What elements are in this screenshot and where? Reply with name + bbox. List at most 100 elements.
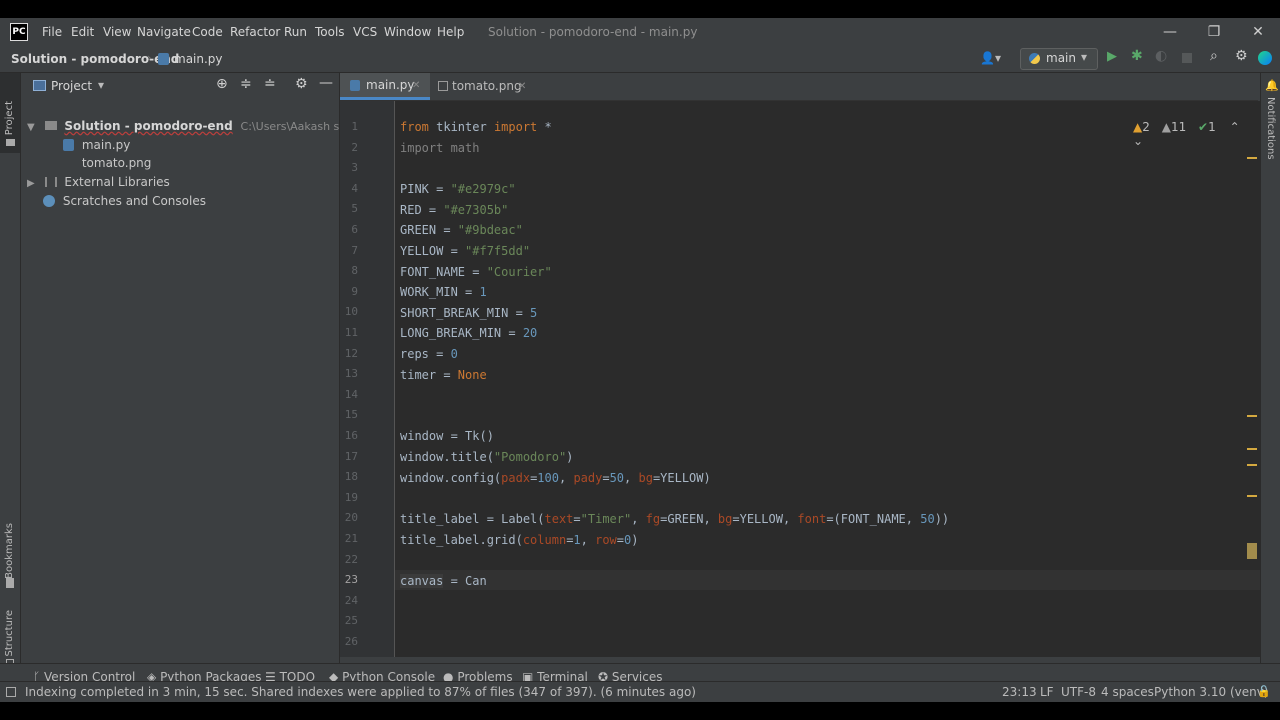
expand-all-icon[interactable]: ≑ bbox=[240, 76, 252, 92]
bookmarks-tool-label[interactable]: Bookmarks bbox=[4, 523, 15, 579]
breadcrumb-project[interactable]: Solution - pomodoro-end bbox=[11, 52, 179, 66]
menu-navigate[interactable]: Navigate bbox=[137, 25, 191, 39]
python-interpreter[interactable]: Python 3.10 (venv) bbox=[1154, 685, 1269, 699]
run-icon[interactable]: ▶ bbox=[1107, 49, 1117, 64]
user-account-icon[interactable]: 👤▾ bbox=[980, 51, 1001, 65]
code-line-8[interactable]: FONT_NAME = "Courier" bbox=[400, 263, 552, 281]
hide-panel-icon[interactable]: — bbox=[319, 75, 333, 91]
close-tab-icon[interactable]: ✕ bbox=[518, 73, 526, 100]
code-line-9[interactable]: WORK_MIN = 1 bbox=[400, 283, 487, 301]
python-file-icon bbox=[158, 53, 169, 65]
line-separator[interactable]: LF bbox=[1040, 685, 1054, 699]
menu-file[interactable]: File bbox=[42, 25, 62, 39]
code-line-4[interactable]: PINK = "#e2979c" bbox=[400, 180, 516, 198]
code-line-5[interactable]: RED = "#e7305b" bbox=[400, 201, 508, 219]
python-icon bbox=[1029, 53, 1040, 64]
line-number: 8 bbox=[351, 264, 358, 278]
menu-refactor[interactable]: Refactor bbox=[230, 25, 280, 39]
code-line-23[interactable]: canvas = Can bbox=[400, 572, 487, 590]
caret-position[interactable]: 23:13 bbox=[1002, 685, 1037, 699]
locate-file-icon[interactable]: ⊕ bbox=[216, 76, 228, 92]
tree-external-label: External Libraries bbox=[64, 175, 170, 189]
minimize-button[interactable]: — bbox=[1150, 20, 1190, 44]
project-panel-header: Project ▾ ⊕ ≑ ≐ ⚙ — bbox=[21, 73, 339, 99]
line-number: 6 bbox=[351, 223, 358, 236]
indent-setting[interactable]: 4 spaces bbox=[1101, 685, 1154, 699]
status-bar: Indexing completed in 3 min, 15 sec. Sha… bbox=[0, 681, 1280, 702]
status-toggle-icon[interactable] bbox=[6, 687, 16, 697]
menu-edit[interactable]: Edit bbox=[71, 25, 94, 39]
menu-view[interactable]: View bbox=[103, 25, 131, 39]
error-stripe-mark bbox=[1247, 495, 1257, 497]
structure-tool-label[interactable]: Structure bbox=[4, 610, 15, 657]
status-message[interactable]: Indexing completed in 3 min, 15 sec. Sha… bbox=[25, 685, 696, 699]
line-number: 4 bbox=[351, 181, 358, 195]
tab-label: tomato.png bbox=[452, 79, 522, 93]
line-number: 25 bbox=[344, 614, 358, 628]
typo-count: 1 bbox=[1208, 120, 1216, 134]
code-line-13[interactable]: timer = None bbox=[400, 366, 487, 384]
weak-warning-icon: ▲ bbox=[1161, 120, 1171, 134]
warning-count: 2 bbox=[1142, 120, 1150, 134]
tree-file-main-py[interactable]: main.py bbox=[63, 136, 130, 154]
navigation-bar: Solution - pomodoro-end › main.py 👤▾ mai… bbox=[0, 46, 1280, 73]
tree-scratches[interactable]: Scratches and Consoles bbox=[43, 192, 206, 210]
collapse-all-icon[interactable]: ≐ bbox=[264, 76, 276, 92]
inspection-widget[interactable]: ▲2 ▲11 ✔1 ⌃ ⌄ bbox=[1133, 120, 1260, 148]
menu-window[interactable]: Window bbox=[384, 25, 431, 39]
bell-icon[interactable]: 🔔 bbox=[1265, 79, 1279, 92]
menu-vcs[interactable]: VCS bbox=[353, 25, 377, 39]
code-line-17[interactable]: window.title("Pomodoro") bbox=[400, 448, 573, 466]
code-line-12[interactable]: reps = 0 bbox=[400, 345, 458, 363]
next-highlight-icon[interactable]: ⌄ bbox=[1133, 134, 1143, 148]
scroll-thumb[interactable] bbox=[1247, 543, 1257, 559]
code-line-18[interactable]: window.config(padx=100, pady=50, bg=YELL… bbox=[400, 469, 711, 487]
search-icon[interactable]: ⌕ bbox=[1210, 48, 1218, 64]
project-view-selector[interactable]: Project bbox=[51, 79, 92, 93]
error-stripe-mark bbox=[1247, 415, 1257, 417]
previous-highlight-icon[interactable]: ⌃ bbox=[1230, 120, 1240, 134]
plugin-logo-icon[interactable] bbox=[1258, 51, 1272, 65]
tree-file-tomato-png[interactable]: tomato.png bbox=[63, 154, 152, 172]
lock-icon[interactable]: 🔓 bbox=[1257, 685, 1271, 698]
code-line-7[interactable]: YELLOW = "#f7f5dd" bbox=[400, 242, 530, 260]
close-tab-icon[interactable]: ✕ bbox=[412, 73, 420, 98]
menu-help[interactable]: Help bbox=[437, 25, 464, 39]
editor-tabs: main.py ✕ tomato.png ✕ bbox=[340, 73, 1258, 101]
project-view-icon bbox=[33, 80, 46, 91]
pycharm-logo-icon[interactable]: PC bbox=[10, 23, 28, 41]
menu-code[interactable]: Code bbox=[192, 25, 223, 39]
code-line-16[interactable]: window = Tk() bbox=[400, 427, 494, 445]
breadcrumb-file[interactable]: main.py bbox=[174, 52, 223, 66]
line-number: 13 bbox=[344, 367, 358, 381]
code-line-6[interactable]: GREEN = "#9bdeac" bbox=[400, 221, 523, 239]
maximize-button[interactable]: ❐ bbox=[1194, 20, 1234, 44]
tab-tomato-png[interactable]: tomato.png ✕ bbox=[432, 73, 532, 100]
line-number: 5 bbox=[351, 202, 358, 216]
tree-external-libraries[interactable]: ▶ External Libraries bbox=[27, 173, 170, 191]
tab-main-py[interactable]: main.py ✕ bbox=[340, 73, 430, 100]
code-line-20[interactable]: title_label = Label(text="Timer", fg=GRE… bbox=[400, 510, 949, 528]
project-tool-label[interactable]: Project bbox=[4, 101, 15, 135]
close-button[interactable]: ✕ bbox=[1238, 20, 1278, 44]
code-editor[interactable]: 1 2 3 4 5 6 7 8 9 10 11 12 13 14 15 16 17 18 19 20 21 22 23 24 2… bbox=[340, 101, 1260, 657]
run-config-name: main bbox=[1046, 51, 1076, 65]
coverage-icon: ◐ bbox=[1155, 48, 1168, 64]
options-gear-icon[interactable]: ⚙ bbox=[295, 76, 308, 92]
chevron-down-icon[interactable]: ▾ bbox=[98, 78, 104, 92]
settings-gear-icon[interactable]: ⚙ bbox=[1235, 48, 1248, 64]
code-line-2[interactable]: import math bbox=[400, 139, 479, 157]
debug-icon[interactable]: ✱ bbox=[1131, 48, 1143, 64]
line-number: 22 bbox=[344, 552, 358, 566]
image-file-icon bbox=[63, 155, 74, 167]
run-configuration-selector[interactable]: main ▾ bbox=[1020, 48, 1098, 70]
code-line-21[interactable]: title_label.grid(column=1, row=0) bbox=[400, 531, 639, 549]
line-number: 21 bbox=[344, 532, 358, 545]
menu-run[interactable]: Run bbox=[284, 25, 307, 39]
menu-tools[interactable]: Tools bbox=[315, 25, 345, 39]
file-encoding[interactable]: UTF-8 bbox=[1061, 685, 1096, 699]
code-line-1[interactable]: from tkinter import * bbox=[400, 118, 552, 136]
code-line-11[interactable]: LONG_BREAK_MIN = 20 bbox=[400, 324, 537, 342]
notifications-tool-label[interactable]: Notifications bbox=[1265, 97, 1276, 160]
code-line-10[interactable]: SHORT_BREAK_MIN = 5 bbox=[400, 304, 537, 322]
